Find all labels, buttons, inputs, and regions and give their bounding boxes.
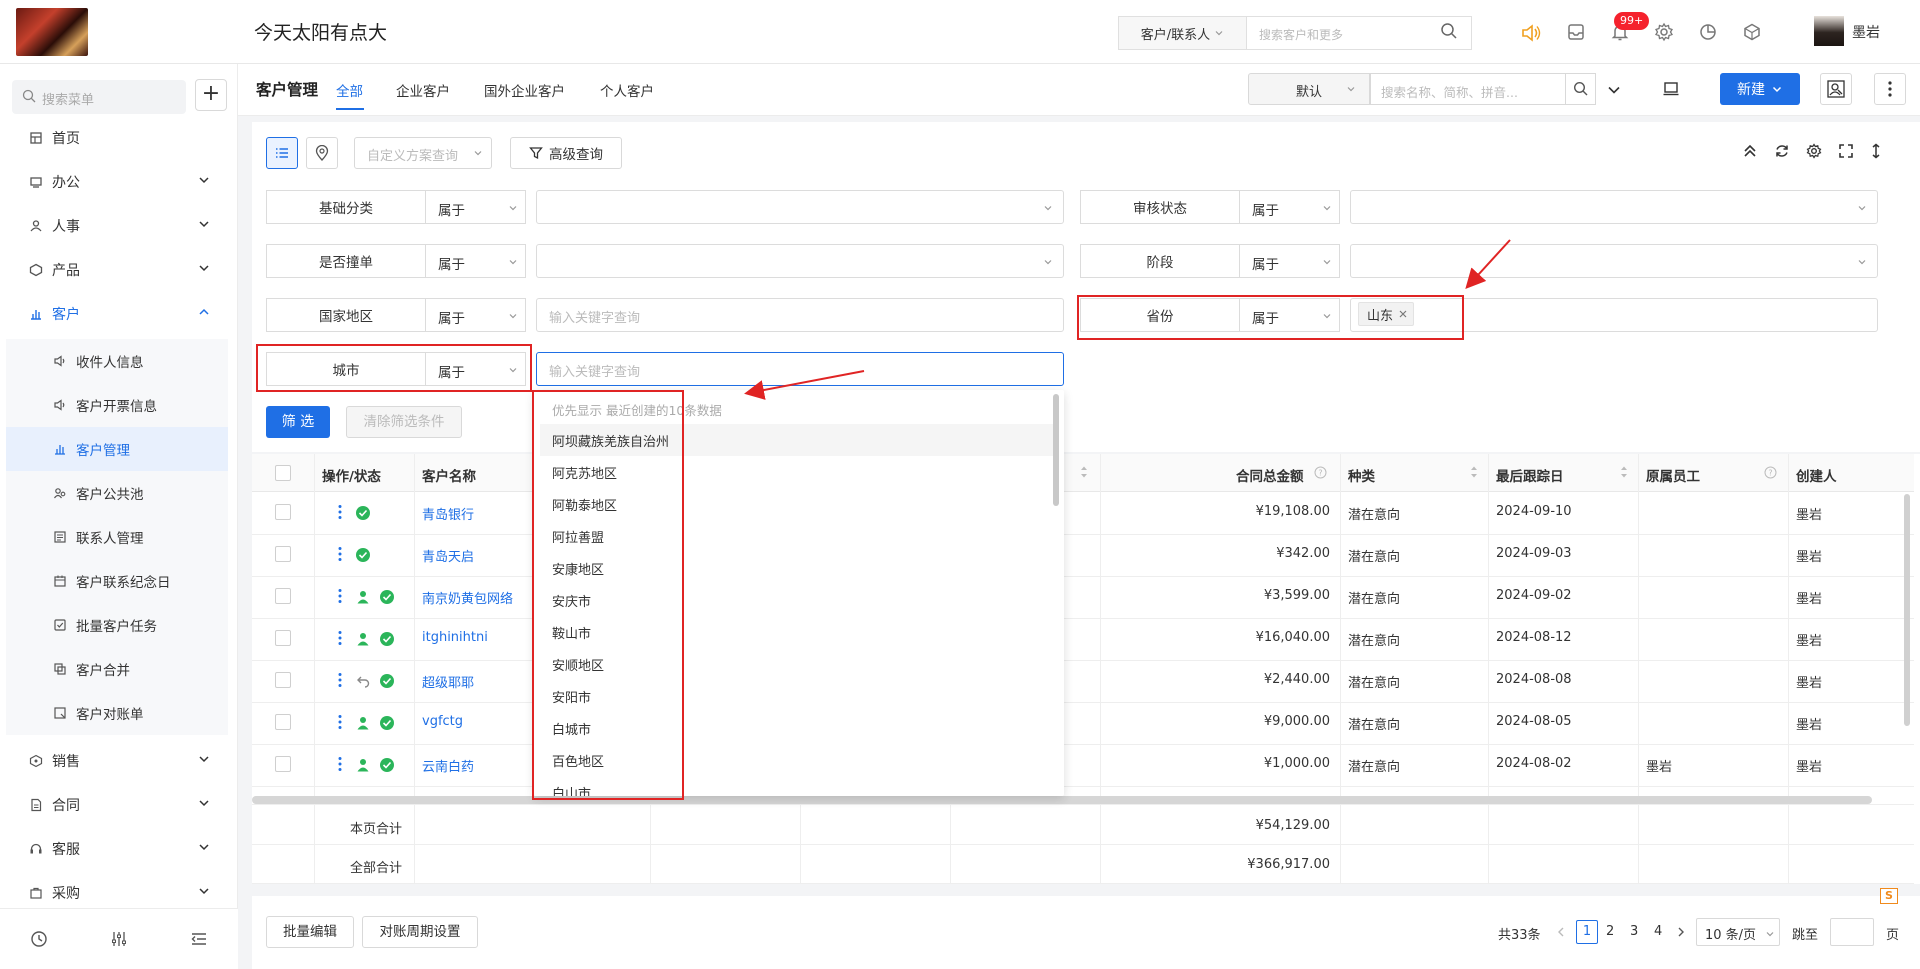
input-method-icon[interactable]: S xyxy=(1880,888,1898,904)
annotation-arrows xyxy=(744,239,1511,400)
